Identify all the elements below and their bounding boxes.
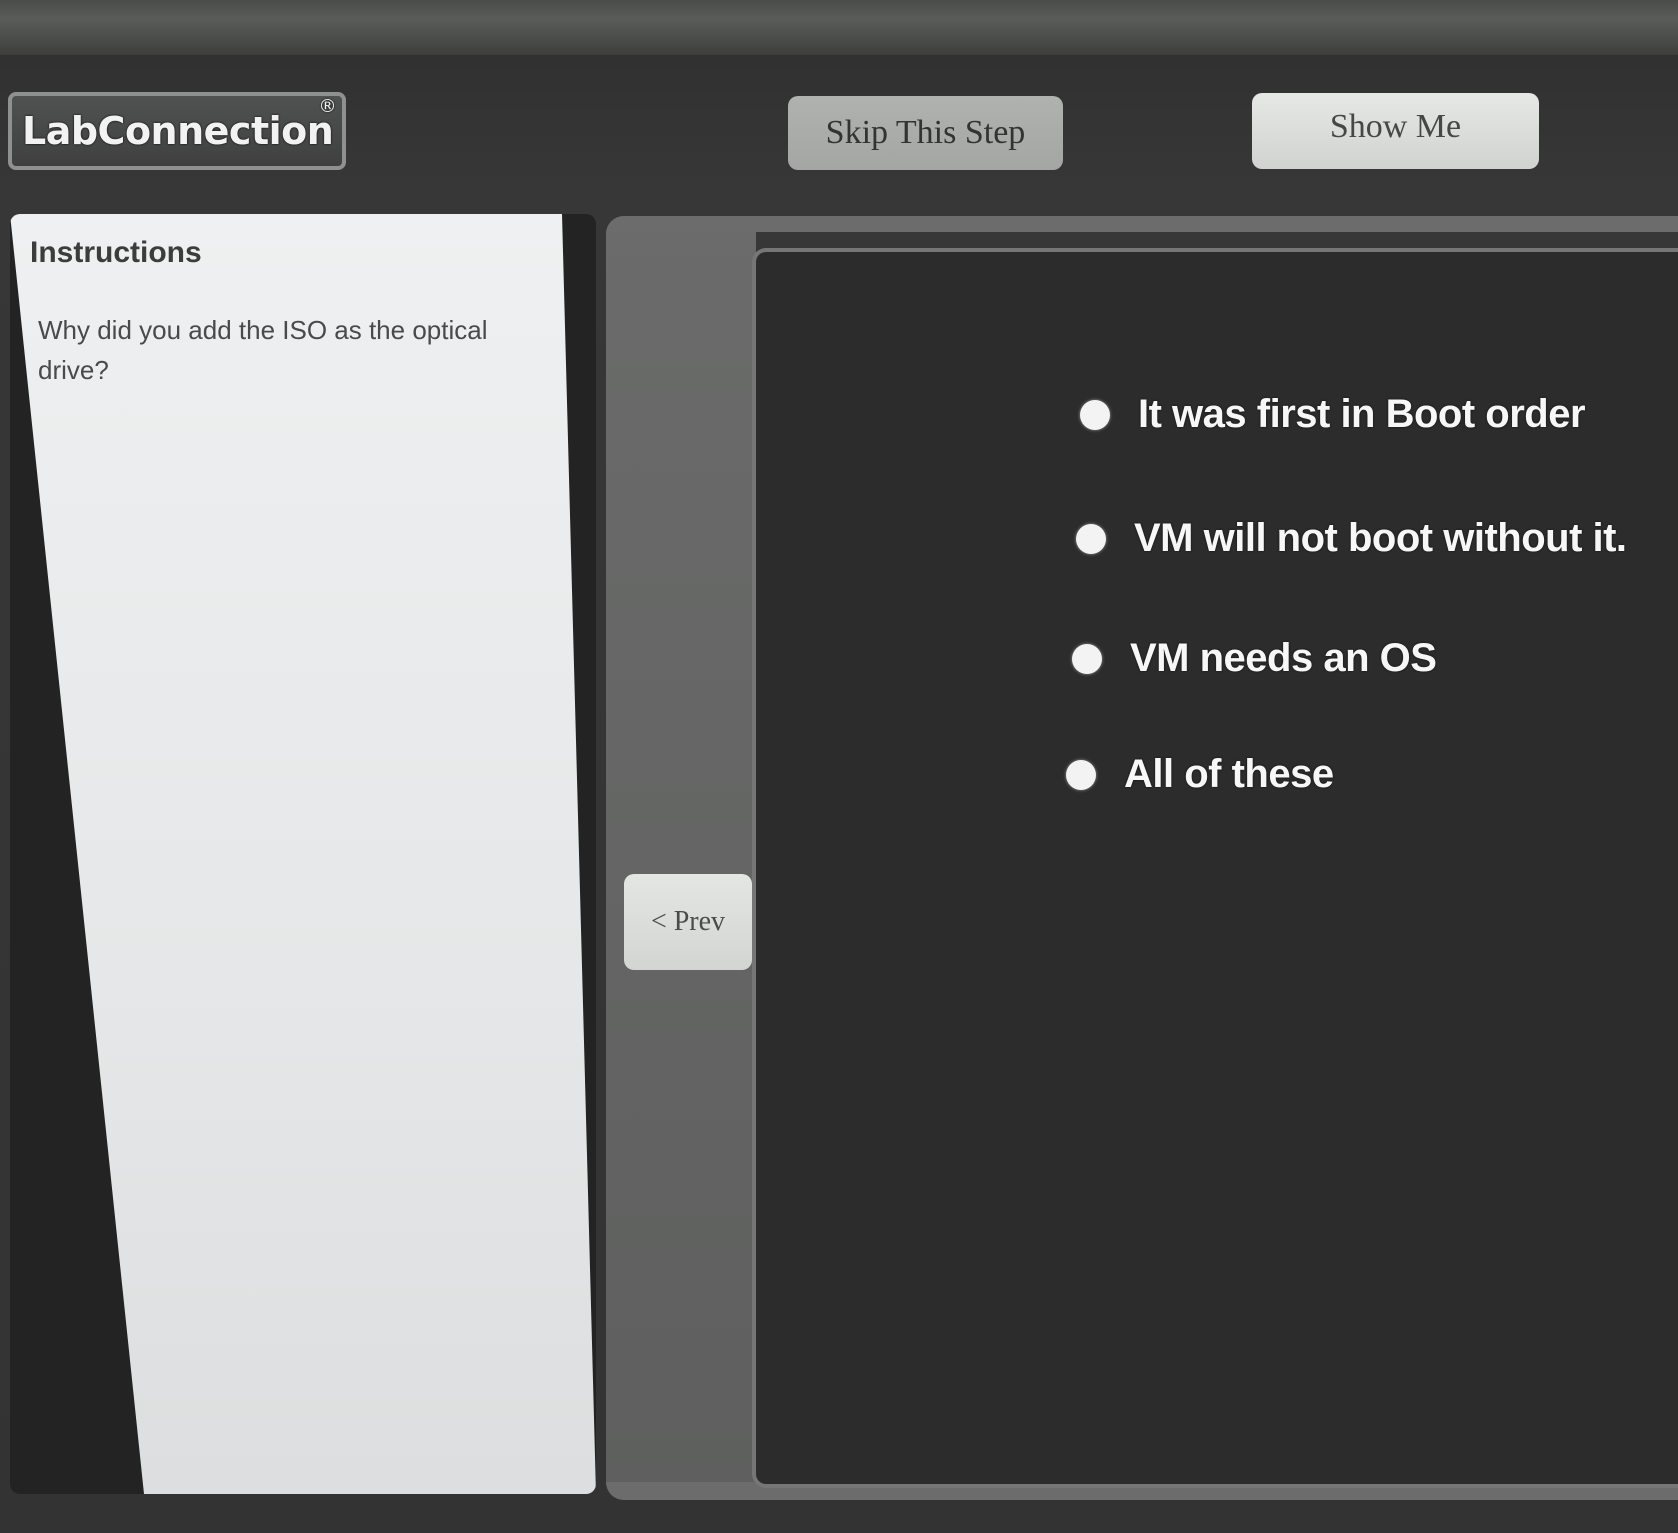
answer-option-first-in-boot-order[interactable]: It was first in Boot order [1080, 392, 1586, 437]
instructions-title: Instructions [30, 236, 202, 269]
logo-text: LabConnection [22, 109, 334, 153]
answer-option-vm-will-not-boot[interactable]: VM will not boot without it. [1076, 516, 1627, 561]
skip-this-step-button[interactable]: Skip This Step [788, 96, 1063, 170]
prev-button[interactable]: < Prev [624, 874, 752, 970]
answer-option-label: VM needs an OS [1130, 636, 1437, 680]
instructions-paper [10, 214, 596, 1494]
answer-option-label: It was first in Boot order [1138, 392, 1586, 436]
radio-button[interactable] [1076, 523, 1106, 554]
radio-button[interactable] [1072, 643, 1102, 674]
show-me-button[interactable]: Show Me [1252, 93, 1539, 169]
instructions-panel: Instructions Why did you add the ISO as … [10, 214, 596, 1494]
top-strip [0, 0, 1678, 55]
answer-option-all-of-these[interactable]: All of these [1066, 752, 1334, 797]
radio-button[interactable] [1066, 759, 1096, 790]
answer-option-vm-needs-os[interactable]: VM needs an OS [1072, 636, 1437, 681]
instructions-question: Why did you add the ISO as the optical d… [38, 315, 488, 385]
answer-option-label: All of these [1124, 752, 1334, 796]
labconnection-logo: LabConnection ® [8, 92, 346, 170]
registered-mark: ® [318, 96, 337, 117]
radio-button[interactable] [1080, 399, 1110, 430]
answer-option-label: VM will not boot without it. [1134, 516, 1627, 560]
